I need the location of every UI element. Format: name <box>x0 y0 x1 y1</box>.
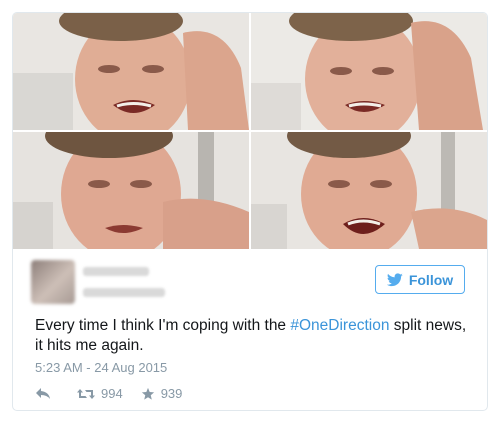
retweet-button[interactable]: 994 <box>77 386 123 401</box>
tweet-card: Follow Every time I think I'm coping wit… <box>12 12 488 411</box>
display-name-blurred <box>83 267 149 276</box>
follow-button[interactable]: Follow <box>375 265 465 294</box>
reply-icon <box>36 388 50 399</box>
hashtag-link[interactable]: #OneDirection <box>290 317 389 334</box>
photo-grid <box>13 13 487 251</box>
photo-top-left[interactable] <box>13 13 249 130</box>
favorite-button[interactable]: 939 <box>141 386 183 401</box>
star-icon <box>141 387 154 400</box>
retweet-icon <box>77 388 95 399</box>
author-names-blurred <box>83 267 165 297</box>
retweet-count: 994 <box>101 386 123 401</box>
photo-top-right[interactable] <box>251 13 487 130</box>
photo-bottom-left[interactable] <box>13 132 249 249</box>
username-blurred <box>83 288 165 297</box>
twitter-bird-icon <box>386 272 403 286</box>
tweet-text: Every time I think I'm coping with the #… <box>35 316 475 356</box>
tweet-actions: 994 939 <box>35 386 182 401</box>
photo-bottom-right[interactable] <box>251 132 487 249</box>
reply-button[interactable] <box>35 387 51 400</box>
tweet-timestamp[interactable]: 5:23 AM - 24 Aug 2015 <box>35 360 167 375</box>
tweet-author[interactable] <box>31 260 165 304</box>
follow-label: Follow <box>408 271 454 288</box>
avatar[interactable] <box>31 260 75 304</box>
favorite-count: 939 <box>160 386 183 401</box>
tweet-text-before: Every time I think I'm coping with the <box>35 317 291 334</box>
